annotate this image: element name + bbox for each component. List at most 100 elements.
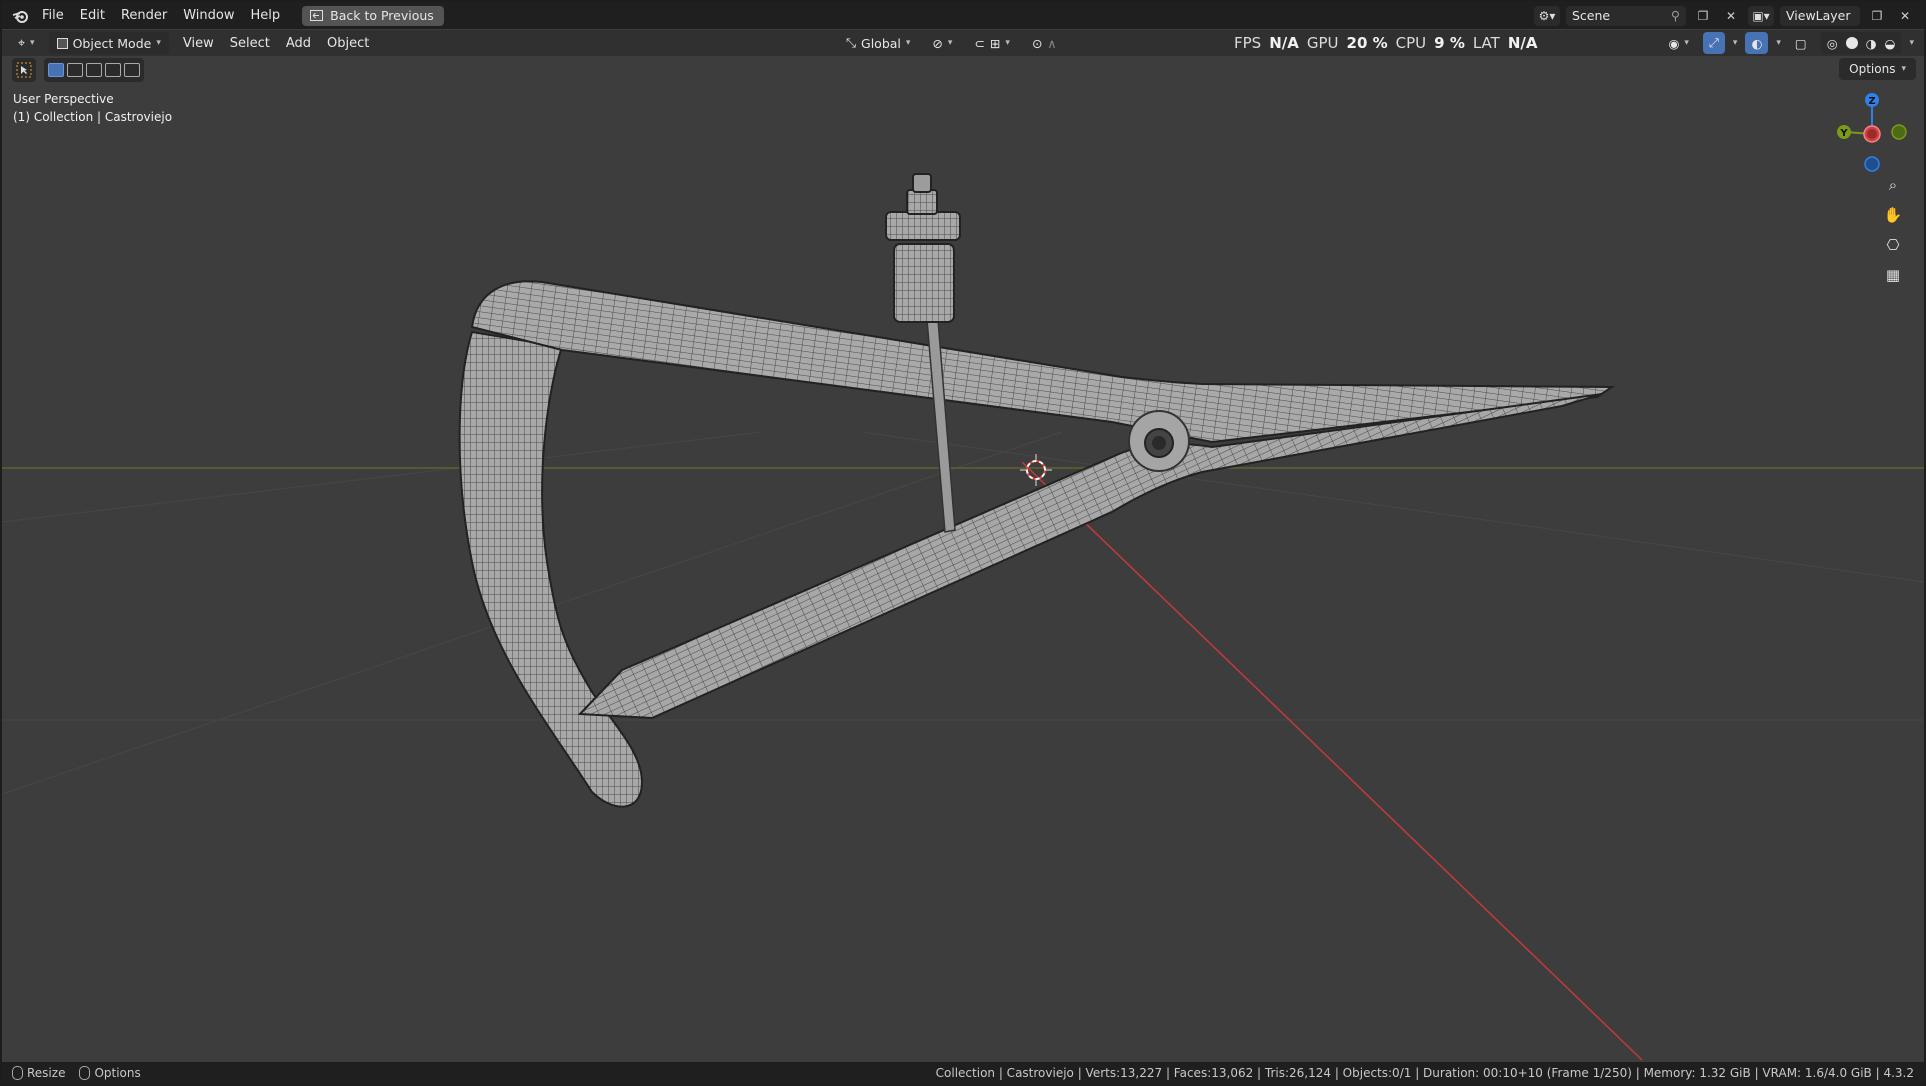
header-menu-select[interactable]: Select	[222, 30, 278, 57]
select-new-icon[interactable]	[48, 63, 64, 77]
mouse-right-icon	[79, 1066, 91, 1081]
chevron-down-icon: ▾	[30, 38, 35, 48]
collection-line: (1) Collection | Castroviejo	[13, 110, 173, 124]
wireframe-shading-icon[interactable]: ◎	[1827, 36, 1838, 51]
object-mode-icon	[56, 37, 68, 49]
back-icon	[310, 10, 324, 21]
status-options-label: Options	[94, 1065, 141, 1080]
header-menu-view[interactable]: View	[175, 30, 222, 57]
menu-render[interactable]: Render	[113, 2, 175, 29]
blender-logo-icon[interactable]	[6, 2, 34, 29]
gpu-label: GPU	[1306, 34, 1339, 52]
delete-view-layer-icon[interactable]: ✕	[1894, 6, 1916, 26]
castroviejo-caliper-mesh[interactable]	[458, 173, 1616, 808]
transform-tools: ⤡ Global ▾ ⊘ ▾ ⊂ ⊞ ▾ ⊙ ∧	[840, 32, 1063, 54]
3d-cursor[interactable]	[1020, 454, 1052, 486]
xray-toggle[interactable]: ▢	[1789, 32, 1813, 54]
cpu-value: 9 %	[1434, 34, 1465, 52]
proportional-edit-toggle[interactable]: ⊙ ∧	[1026, 32, 1063, 54]
proportional-icon: ⊙	[1031, 35, 1043, 51]
neg-z-axis-handle[interactable]	[1864, 156, 1880, 172]
pivot-point-dropdown[interactable]: ⊘ ▾	[926, 32, 958, 54]
magnet-icon: ⊂	[974, 35, 985, 51]
scene-name: Scene	[1572, 8, 1611, 23]
xray-icon: ▢	[1794, 35, 1807, 51]
select-subtract-icon[interactable]	[86, 63, 102, 77]
new-view-layer-icon[interactable]: ❐	[1866, 6, 1888, 26]
viewport-display-tools: ◉ ▾ ⤢ ▾ ◐ ▾ ▢ ◎ ◑ ◒ ▾	[1662, 32, 1914, 54]
status-bar: Resize Options Collection | Castroviejo …	[2, 1062, 1924, 1084]
scene-selector-icon[interactable]: ⚙▾	[1534, 5, 1560, 26]
pin-icon[interactable]: ⚲	[1671, 8, 1680, 23]
editor-type-icon: ⌖	[18, 35, 26, 50]
z-axis-label: Z	[1868, 96, 1875, 107]
status-resize-label: Resize	[27, 1065, 66, 1080]
shading-modes: ◎ ◑ ◒	[1820, 32, 1902, 54]
view-layer-field[interactable]: ViewLayer	[1780, 5, 1860, 26]
overlays-toggle[interactable]: ◐	[1745, 32, 1769, 54]
solid-shading-icon[interactable]	[1845, 37, 1858, 49]
new-scene-icon[interactable]: ❐	[1692, 6, 1714, 26]
select-invert-icon[interactable]	[105, 63, 121, 77]
menu-edit[interactable]: Edit	[72, 2, 113, 29]
navigation-gizmo[interactable]: Z Y	[1824, 88, 1924, 178]
chevron-down-icon: ▾	[905, 38, 911, 48]
chevron-down-icon: ▾	[1005, 38, 1010, 48]
view-name: User Perspective	[13, 92, 114, 106]
chevron-down-icon[interactable]: ▾	[1733, 38, 1738, 48]
orientation-dropdown[interactable]: ⤡ Global ▾	[840, 32, 916, 54]
chevron-down-icon: ▾	[947, 38, 953, 48]
status-options: Options	[79, 1065, 141, 1081]
visibility-dropdown[interactable]: ◉ ▾	[1662, 32, 1694, 54]
options-label: Options	[1849, 62, 1896, 76]
menu-window[interactable]: Window	[175, 2, 242, 29]
view-layer-selector-icon[interactable]: ▣▾	[1748, 5, 1774, 26]
viewport-info: User Perspective (1) Collection | Castro…	[13, 90, 172, 126]
editor-type-button[interactable]: ⌖ ▾	[12, 32, 41, 54]
back-to-previous-button[interactable]: Back to Previous	[302, 5, 444, 26]
zoom-icon[interactable]: ⌕	[1880, 172, 1906, 198]
fps-label: FPS	[1234, 34, 1262, 52]
select-tool-button[interactable]	[12, 58, 36, 82]
neg-y-axis-handle[interactable]	[1891, 124, 1907, 140]
pan-hand-icon[interactable]: ✋	[1880, 202, 1906, 228]
rendered-shading-icon[interactable]: ◒	[1885, 36, 1896, 51]
viewport-header: ⌖ ▾ Object Mode ▾ View Select Add Object …	[2, 30, 1924, 56]
select-extend-icon[interactable]	[67, 63, 83, 77]
viewport-3d[interactable]	[2, 2, 1924, 1084]
mouse-left-icon	[12, 1066, 23, 1081]
pivot-icon: ⊘	[932, 35, 943, 51]
gpu-value: 20 %	[1346, 34, 1388, 52]
tool-settings-row	[12, 58, 144, 82]
chevron-down-icon: ▾	[156, 38, 161, 48]
x-axis-line	[1021, 461, 1643, 1061]
select-intersect-icon[interactable]	[124, 63, 140, 77]
eye-icon: ◉	[1668, 35, 1680, 51]
camera-view-icon[interactable]: ⎔	[1880, 232, 1906, 258]
overlays-icon: ◐	[1751, 35, 1763, 51]
orientation-label: Global	[861, 35, 901, 51]
top-menu-bar: File Edit Render Window Help Back to Pre…	[2, 2, 1924, 29]
chevron-down-icon[interactable]: ▾	[1776, 38, 1781, 48]
floor-grid	[2, 431, 1924, 795]
snap-target-icon: ⊞	[989, 35, 1001, 51]
material-shading-icon[interactable]: ◑	[1866, 36, 1877, 51]
blender-window: File Edit Render Window Help Back to Pre…	[2, 2, 1924, 1084]
header-menu-object[interactable]: Object	[319, 30, 377, 57]
chevron-down-icon[interactable]: ▾	[1909, 38, 1914, 48]
snap-toggle[interactable]: ⊂ ⊞ ▾	[968, 32, 1016, 54]
menu-help[interactable]: Help	[243, 2, 289, 29]
options-dropdown[interactable]: Options ▾	[1839, 58, 1916, 80]
scene-field[interactable]: Scene ⚲	[1566, 5, 1686, 26]
gizmo-toggle[interactable]: ⤢	[1702, 32, 1725, 54]
performance-stats: FPS N/A GPU 20 % CPU 9 % LAT N/A	[1234, 30, 1537, 56]
orientation-icon: ⤡	[846, 35, 857, 50]
object-mode-label: Object Mode	[72, 35, 152, 51]
delete-scene-icon[interactable]: ✕	[1720, 6, 1742, 26]
falloff-icon: ∧	[1047, 35, 1057, 51]
status-resize: Resize	[12, 1066, 65, 1081]
header-menu-add[interactable]: Add	[278, 30, 319, 57]
object-mode-dropdown[interactable]: Object Mode ▾	[48, 32, 169, 54]
perspective-grid-icon[interactable]: ▦	[1880, 262, 1906, 288]
menu-file[interactable]: File	[34, 2, 72, 29]
